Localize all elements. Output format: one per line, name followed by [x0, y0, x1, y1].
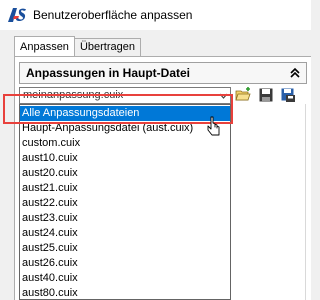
dropdown-item-aust25[interactable]: aust25.cuix: [20, 241, 230, 256]
open-file-icon[interactable]: [235, 87, 251, 103]
dropdown-item-aust22[interactable]: aust22.cuix: [20, 196, 230, 211]
window-title: Benutzeroberfläche anpassen: [33, 8, 193, 22]
dropdown-item-aust21[interactable]: aust21.cuix: [20, 181, 230, 196]
tab-uebertragen[interactable]: Übertragen: [73, 38, 141, 57]
dropdown-item-aust40[interactable]: aust40.cuix: [20, 271, 230, 286]
dropdown-item-aust80[interactable]: aust80.cuix: [20, 286, 230, 299]
dropdown-item-aust26[interactable]: aust26.cuix: [20, 256, 230, 271]
section-title: Anpassungen in Haupt-Datei: [26, 66, 191, 80]
app-logo-icon: [8, 8, 26, 22]
dropdown-item-aust20[interactable]: aust20.cuix: [20, 166, 230, 181]
save-as-icon[interactable]: [280, 87, 296, 103]
save-icon[interactable]: [258, 87, 274, 103]
annotation-highlight-box: [3, 94, 233, 124]
panel-divider: [305, 104, 306, 300]
double-chevron-up-icon[interactable]: [289, 67, 301, 79]
mouse-pointer-icon: [207, 116, 220, 136]
customize-ui-dialog: Benutzeroberfläche anpassen Anpassen Übe…: [0, 0, 311, 300]
tab-anpassen[interactable]: Anpassen: [14, 36, 75, 57]
file-dropdown-list[interactable]: Alle Anpassungsdateien Haupt-Anpassungsd…: [19, 104, 231, 300]
dropdown-item-custom[interactable]: custom.cuix: [20, 136, 230, 151]
section-header[interactable]: Anpassungen in Haupt-Datei: [19, 62, 307, 84]
dropdown-item-aust10[interactable]: aust10.cuix: [20, 151, 230, 166]
title-bar: Benutzeroberfläche anpassen: [0, 0, 311, 30]
tab-strip: Anpassen Übertragen: [14, 36, 141, 57]
dropdown-item-aust24[interactable]: aust24.cuix: [20, 226, 230, 241]
dropdown-item-aust23[interactable]: aust23.cuix: [20, 211, 230, 226]
